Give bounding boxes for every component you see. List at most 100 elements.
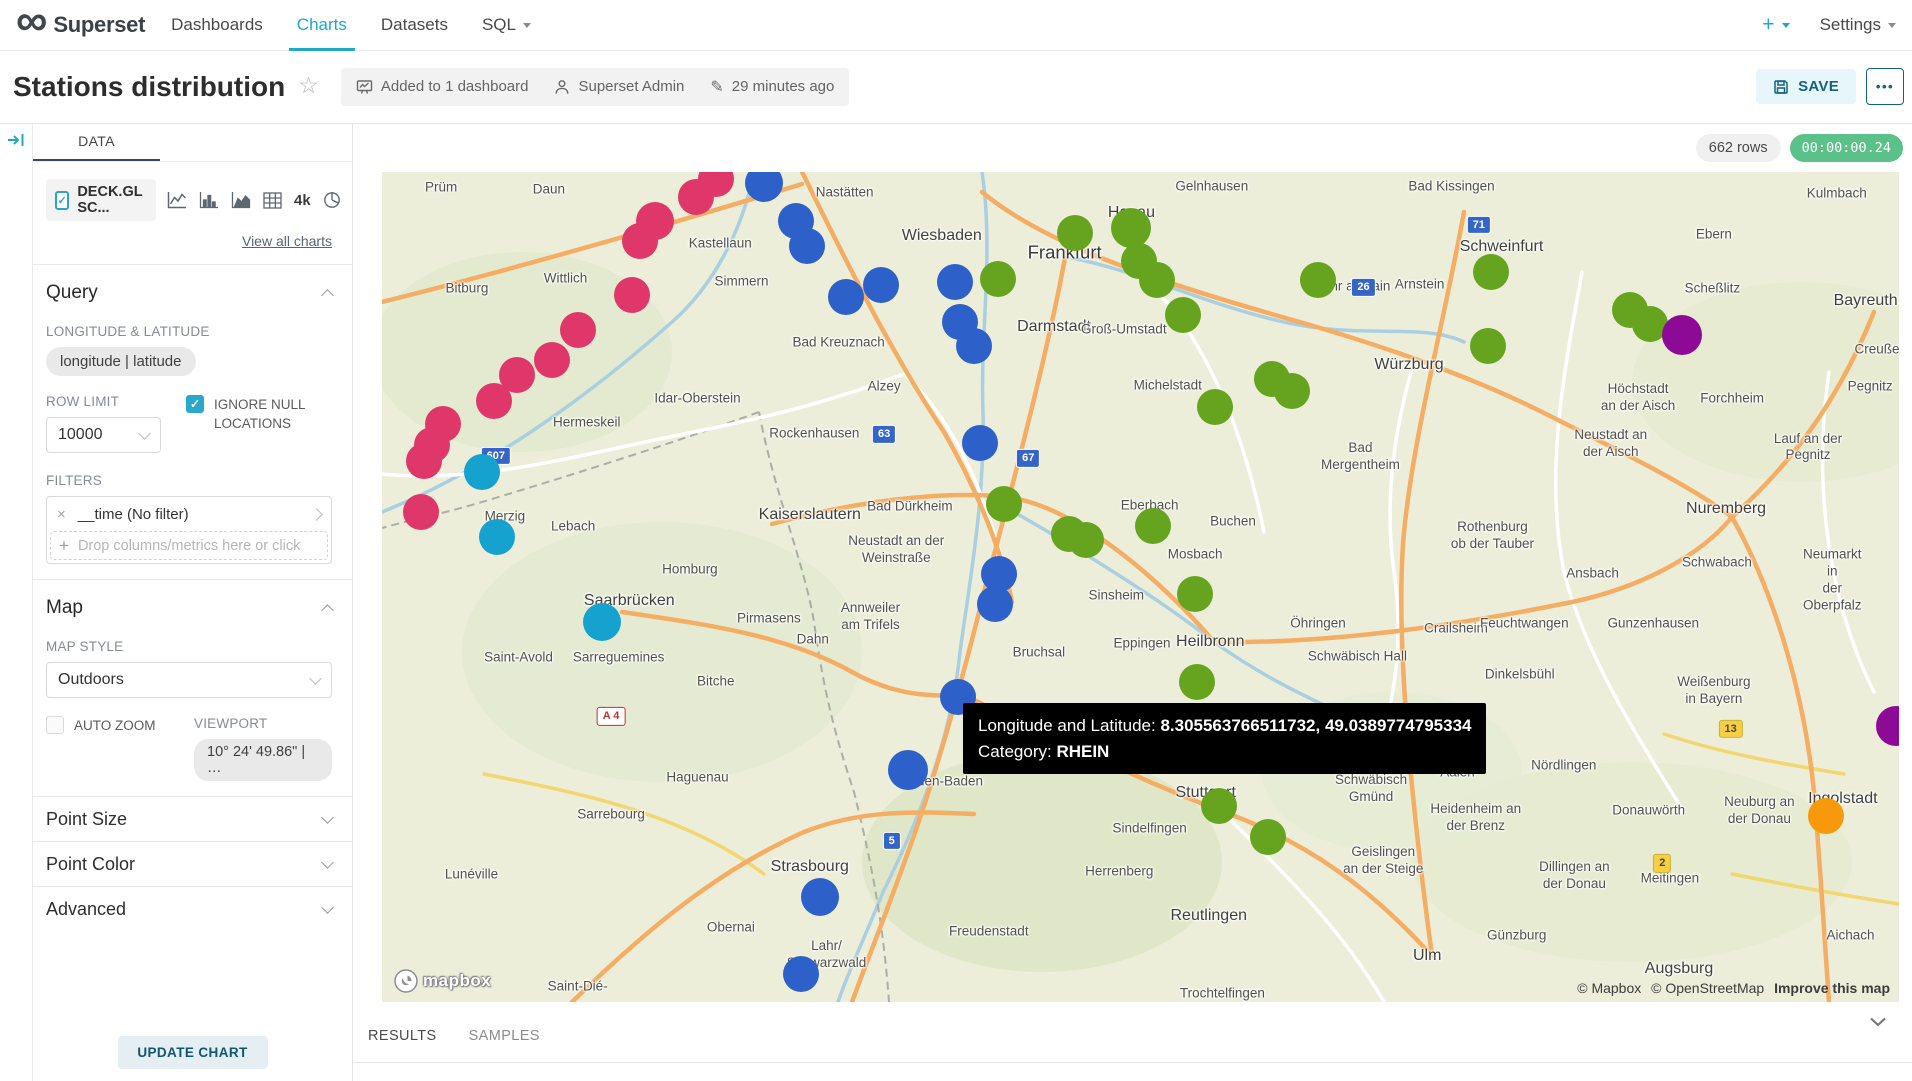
attribution-osm[interactable]: © OpenStreetMap [1651, 980, 1764, 996]
chevron-down-icon [138, 427, 151, 440]
map-city-label: Sinsheim [1088, 588, 1144, 605]
nav-item-charts[interactable]: Charts [297, 0, 347, 50]
tab-results[interactable]: RESULTS [368, 1028, 437, 1044]
map-data-point-pink[interactable] [403, 494, 439, 530]
map-data-point-green[interactable] [1473, 254, 1509, 290]
map-data-point-pink[interactable] [406, 443, 442, 479]
map-data-point-green[interactable] [1201, 788, 1237, 824]
map-data-point-green[interactable] [1197, 389, 1233, 425]
road-shield: 71 [1467, 216, 1491, 234]
mapbox-logo[interactable]: mapbox [394, 969, 491, 993]
dashboard-count-badge[interactable]: Added to 1 dashboard [356, 78, 529, 95]
map-data-point-green[interactable] [1274, 373, 1310, 409]
map-data-point-green[interactable] [1470, 328, 1506, 364]
nav-item-dashboards[interactable]: Dashboards [171, 0, 263, 50]
map-data-point-blue[interactable] [828, 279, 864, 315]
save-button[interactable]: SAVE [1756, 69, 1856, 104]
pencil-icon: ✎ [710, 77, 723, 97]
map-data-point-blue[interactable] [977, 586, 1013, 622]
map-data-point-blue[interactable] [962, 425, 998, 461]
map-city-label: Scheßlitz [1685, 281, 1741, 298]
nav-item-datasets[interactable]: Datasets [381, 0, 448, 50]
map-city-label: Bad Kreuznach [792, 335, 884, 352]
update-chart-button[interactable]: UPDATE CHART [117, 1036, 267, 1069]
area-chart-icon[interactable] [231, 191, 251, 209]
map-data-point-purple[interactable] [1662, 315, 1702, 355]
line-chart-icon[interactable] [167, 191, 187, 209]
superset-logo[interactable]: ∞ Superset [16, 11, 145, 39]
attribution-mapbox[interactable]: © Mapbox [1577, 980, 1641, 996]
row-limit-select[interactable]: 10000 [46, 417, 161, 453]
map-data-point-green[interactable] [1165, 297, 1201, 333]
viz-type-selected[interactable]: ✓ DECK.GL SC... [46, 179, 156, 221]
settings-menu[interactable]: Settings [1820, 15, 1896, 35]
map-data-point-orange[interactable] [1808, 798, 1844, 834]
expand-datasource-icon[interactable] [7, 131, 25, 154]
map-city-label: Nördlingen [1531, 758, 1596, 775]
viewport-value-pill[interactable]: 10° 24' 49.86" | … [194, 739, 332, 781]
advanced-section[interactable]: Advanced [46, 887, 332, 931]
map-data-point-cyan[interactable] [583, 603, 621, 641]
viz-4k-label[interactable]: 4k [294, 192, 311, 209]
lonlat-value-pill[interactable]: longitude | latitude [46, 347, 196, 376]
owner-badge[interactable]: Superset Admin [554, 78, 684, 95]
map-city-label: Schweinfurt [1460, 237, 1544, 257]
map-data-point-blue[interactable] [863, 267, 899, 303]
last-modified-badge[interactable]: ✎ 29 minutes ago [710, 77, 834, 97]
map-data-point-pink[interactable] [614, 277, 650, 313]
view-all-charts-link[interactable]: View all charts [46, 233, 332, 249]
favorite-star-icon[interactable]: ☆ [298, 72, 319, 99]
map-data-point-green[interactable] [986, 486, 1022, 522]
more-options-button[interactable]: ••• [1866, 68, 1904, 105]
map-city-label: Saint-Avold [484, 649, 553, 666]
map-city-label: Meitingen [1641, 871, 1700, 888]
tab-samples[interactable]: SAMPLES [469, 1028, 540, 1044]
tab-data[interactable]: DATA [33, 123, 160, 161]
map-data-point-purple[interactable] [1876, 706, 1899, 746]
filter-drop-area[interactable]: + Drop columns/metrics here or click [50, 531, 328, 560]
map-data-point-pink[interactable] [622, 223, 658, 259]
map-data-point-blue[interactable] [937, 264, 973, 300]
map-data-point-blue[interactable] [745, 172, 783, 202]
map-data-point-green[interactable] [1177, 576, 1213, 612]
map-data-point-blue[interactable] [783, 956, 819, 992]
map-data-point-blue[interactable] [888, 750, 928, 790]
map-section-header[interactable]: Map [46, 597, 332, 619]
map-data-point-green[interactable] [980, 261, 1016, 297]
map-data-point-pink[interactable] [476, 383, 512, 419]
deckgl-map[interactable]: PrümDaunNastättenGelnhausenBad Kissingen… [382, 172, 1899, 1002]
map-data-point-green[interactable] [1068, 522, 1104, 558]
query-section-header[interactable]: Query [46, 282, 332, 304]
map-data-point-green[interactable] [1057, 215, 1093, 251]
map-data-point-cyan[interactable] [479, 519, 515, 555]
point-color-section[interactable]: Point Color [46, 842, 332, 886]
map-city-label: Kaiserslautern [759, 505, 861, 525]
pie-chart-icon[interactable] [323, 191, 341, 209]
auto-zoom-checkbox[interactable] [46, 716, 64, 734]
map-data-point-green[interactable] [1135, 508, 1171, 544]
collapse-results-chevron-icon[interactable] [1870, 1014, 1886, 1032]
map-data-point-blue[interactable] [789, 228, 825, 264]
nav-item-sql[interactable]: SQL [482, 0, 531, 50]
new-item-button[interactable]: + [1762, 13, 1789, 37]
map-data-point-pink[interactable] [534, 342, 570, 378]
map-data-point-blue[interactable] [801, 878, 839, 916]
map-data-point-green[interactable] [1139, 262, 1175, 298]
bar-chart-icon[interactable] [199, 191, 219, 209]
improve-map-link[interactable]: Improve this map [1774, 980, 1890, 996]
map-style-select[interactable]: Outdoors [46, 662, 332, 698]
map-data-point-cyan[interactable] [464, 454, 500, 490]
map-data-point-green[interactable] [1300, 262, 1336, 298]
map-data-point-blue[interactable] [956, 328, 992, 364]
map-data-point-green[interactable] [1250, 819, 1286, 855]
point-size-section[interactable]: Point Size [46, 797, 332, 841]
map-data-point-pink[interactable] [560, 312, 596, 348]
ignore-null-checkbox[interactable]: ✓ [186, 395, 204, 413]
filter-item-time[interactable]: × __time (No filter) [50, 500, 328, 529]
table-icon[interactable] [263, 192, 282, 209]
map-data-point-green[interactable] [1179, 664, 1215, 700]
map-city-label: Schwabach [1682, 554, 1752, 571]
map-city-label: Haguenau [666, 769, 728, 786]
remove-filter-icon[interactable]: × [57, 506, 66, 523]
map-data-point-green[interactable] [1111, 208, 1151, 248]
